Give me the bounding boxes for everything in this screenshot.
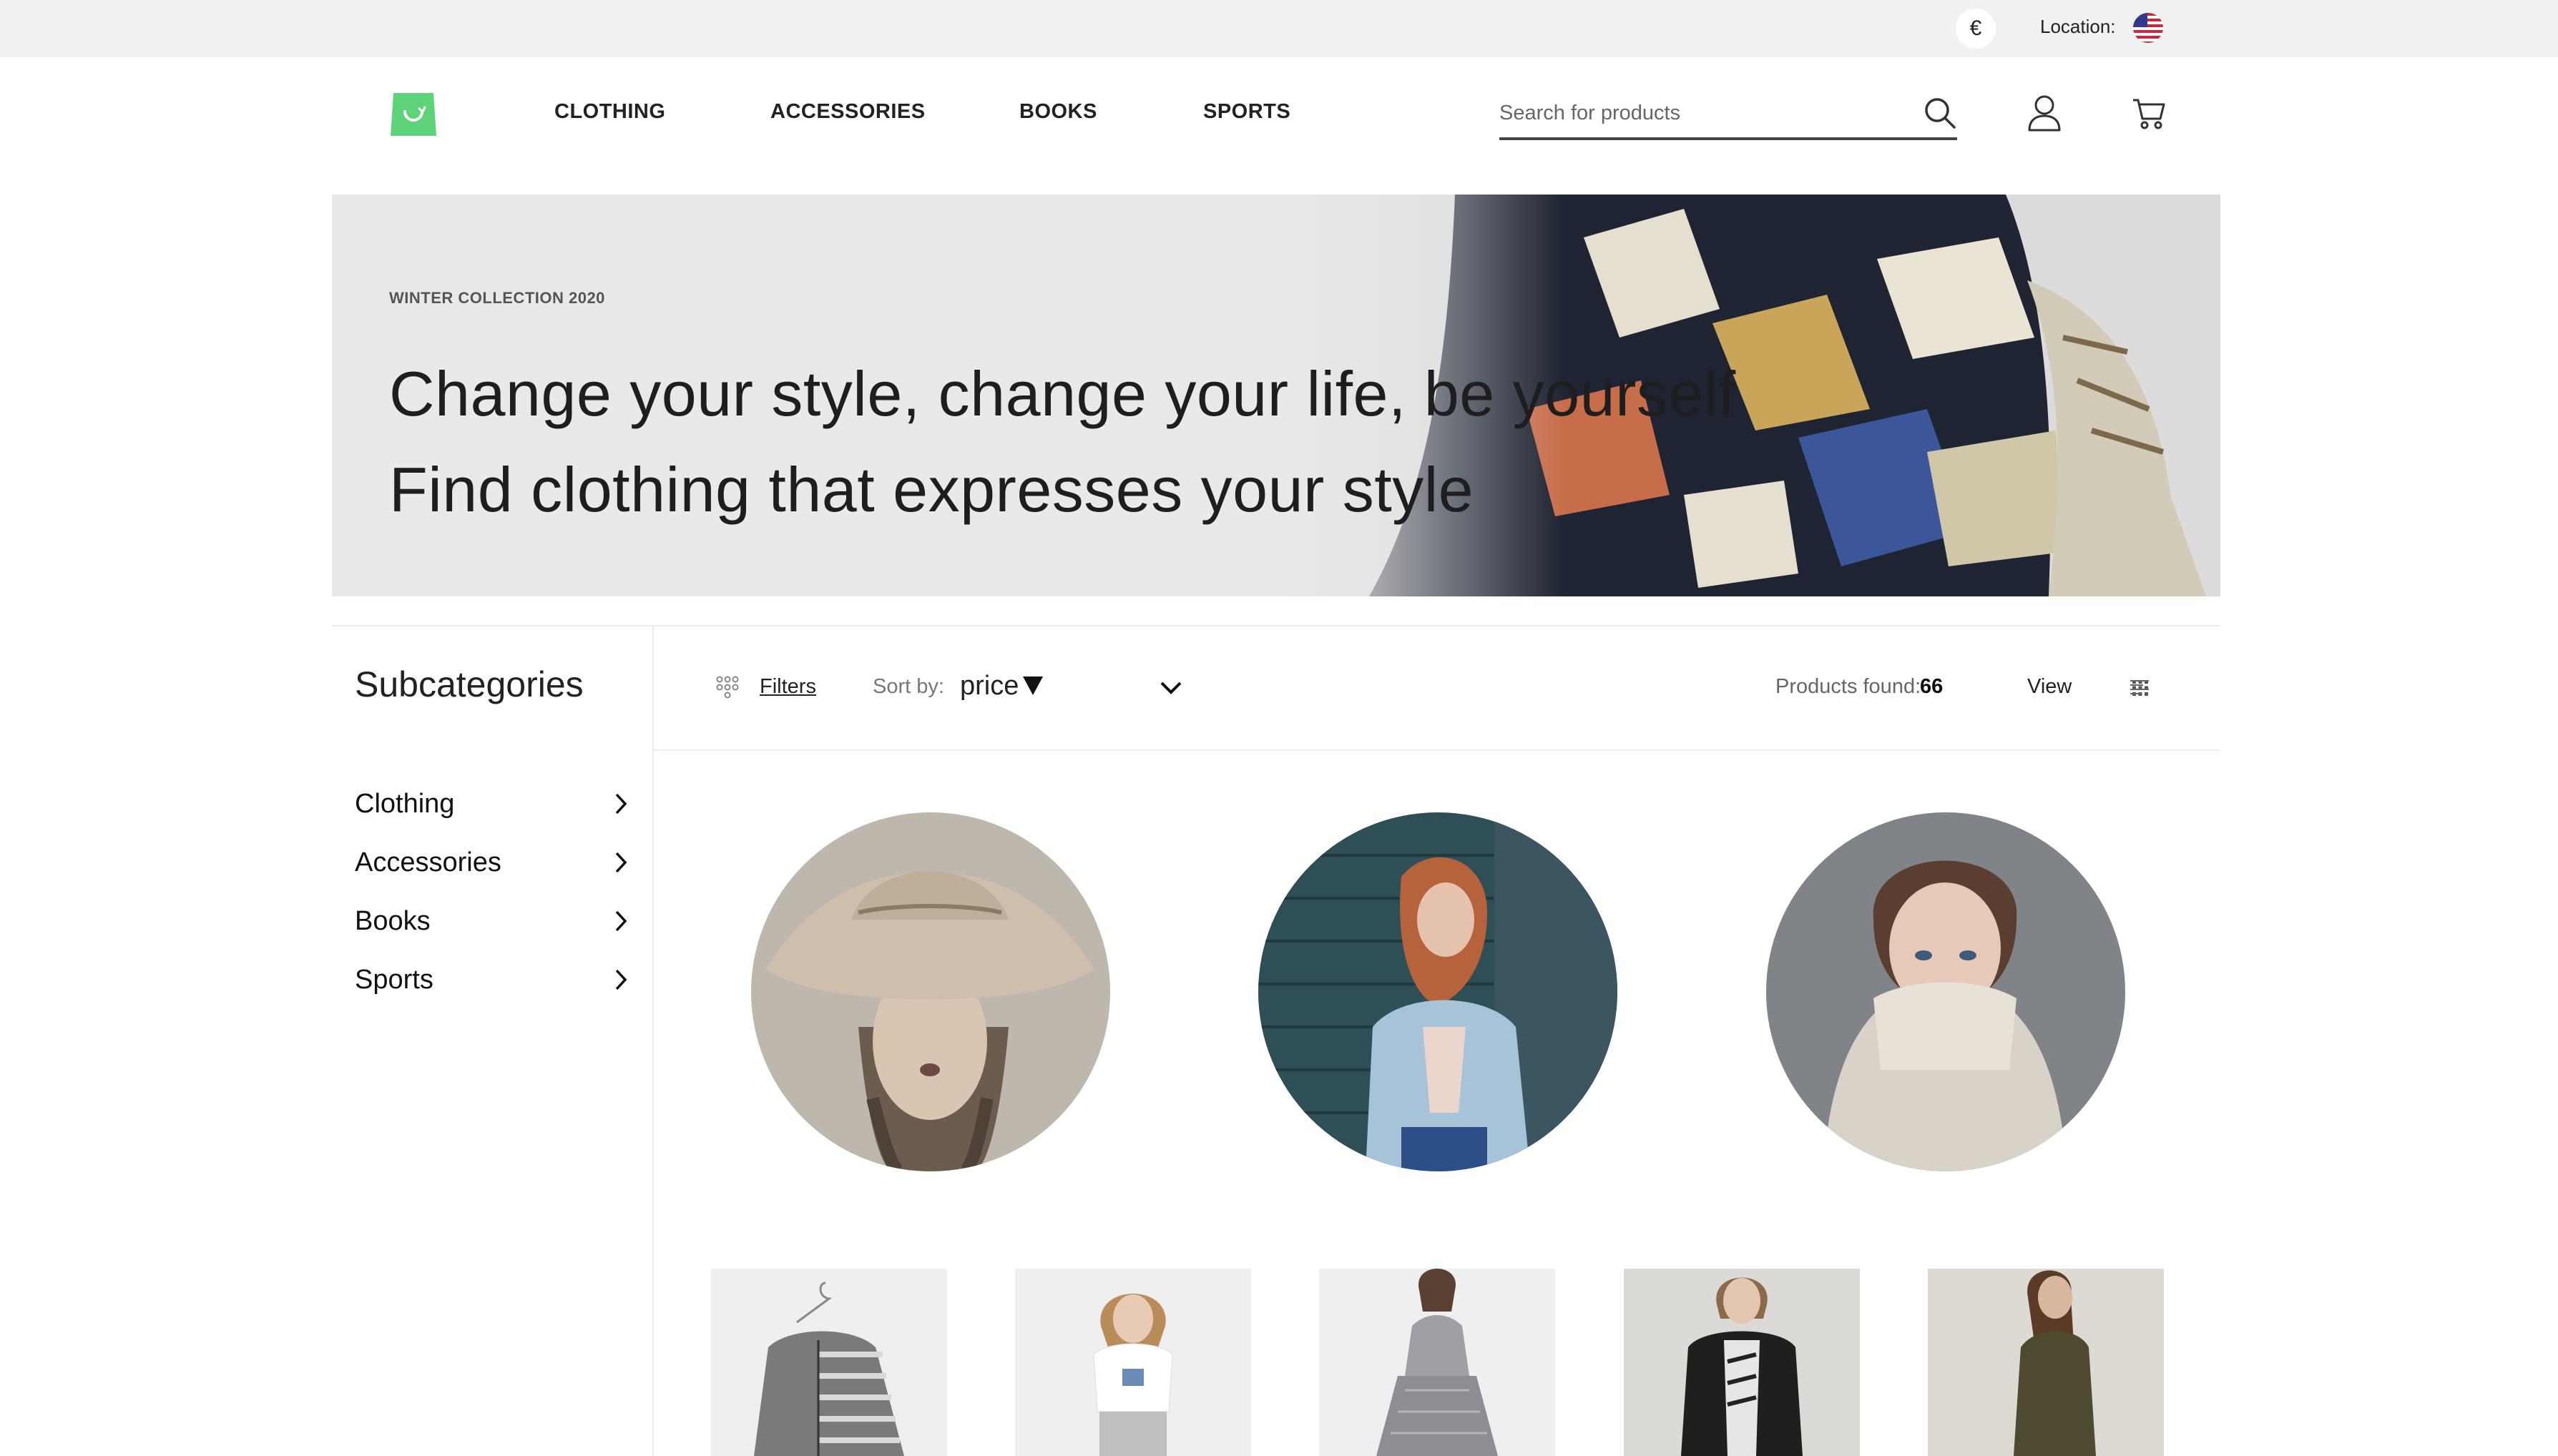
shopping-bag-logo[interactable]	[389, 90, 438, 139]
view-label: View	[2027, 675, 2072, 698]
list-view-icon[interactable]	[2130, 679, 2149, 695]
user-icon[interactable]	[2027, 94, 2062, 132]
featured-image-sweater[interactable]	[1766, 812, 2125, 1171]
hero-eyebrow: WINTER COLLECTION 2020	[389, 289, 605, 307]
us-flag-icon[interactable]	[2133, 13, 2163, 43]
chevron-right-icon	[615, 793, 627, 815]
search-bar	[1499, 90, 1957, 140]
product-thumbnail[interactable]	[1319, 1269, 1555, 1456]
divider	[654, 749, 2220, 751]
filters-icon[interactable]	[715, 675, 740, 699]
subcategory-label: Books	[355, 905, 431, 936]
sort-direction-icon[interactable]	[1021, 675, 1044, 697]
products-found-label: Products found:	[1775, 675, 1921, 698]
chevron-right-icon	[615, 910, 627, 932]
nav-clothing[interactable]: CLOTHING	[554, 100, 665, 124]
top-utility-bar	[0, 0, 2558, 57]
chevron-right-icon	[615, 852, 627, 873]
product-thumbnail[interactable]	[1624, 1269, 1860, 1456]
product-thumbnail[interactable]	[1015, 1269, 1251, 1456]
filters-link[interactable]: Filters	[760, 675, 816, 699]
chevron-down-icon[interactable]	[1159, 679, 1183, 697]
subcategories-title: Subcategories	[355, 664, 584, 704]
subcategory-clothing[interactable]: Clothing	[355, 782, 629, 825]
search-input[interactable]	[1499, 99, 1900, 127]
sort-by-label: Sort by:	[873, 675, 944, 698]
subcategory-label: Sports	[355, 964, 433, 995]
chevron-right-icon	[615, 969, 627, 990]
currency-selector[interactable]: €	[1956, 9, 1996, 49]
product-thumbnail[interactable]	[1928, 1269, 2164, 1456]
subcategory-sports[interactable]: Sports	[355, 958, 629, 1001]
featured-image-denim[interactable]	[1258, 812, 1617, 1171]
subcategory-accessories[interactable]: Accessories	[355, 841, 629, 884]
divider	[652, 625, 654, 1456]
nav-sports[interactable]: SPORTS	[1203, 100, 1290, 124]
products-found-count: 66	[1920, 675, 1944, 698]
hero-headline-line1: Change your style, change your life, be …	[389, 358, 1736, 429]
subcategory-books[interactable]: Books	[355, 900, 629, 943]
hero-banner: WINTER COLLECTION 2020 Change your style…	[332, 195, 2220, 596]
location-label: Location:	[2040, 16, 2116, 37]
subcategory-label: Accessories	[355, 847, 501, 877]
currency-symbol: €	[1969, 16, 1982, 40]
product-thumbnail[interactable]	[711, 1269, 947, 1456]
hero-headline-line2: Find clothing that expresses your style	[389, 454, 1474, 525]
featured-image-hat[interactable]	[751, 812, 1110, 1171]
cart-icon[interactable]	[2132, 97, 2166, 130]
nav-accessories[interactable]: ACCESSORIES	[770, 100, 926, 124]
subcategory-label: Clothing	[355, 788, 455, 819]
nav-books[interactable]: BOOKS	[1019, 100, 1097, 124]
search-icon[interactable]	[1923, 96, 1957, 130]
divider	[332, 625, 2220, 626]
sort-value[interactable]: price	[960, 671, 1019, 702]
